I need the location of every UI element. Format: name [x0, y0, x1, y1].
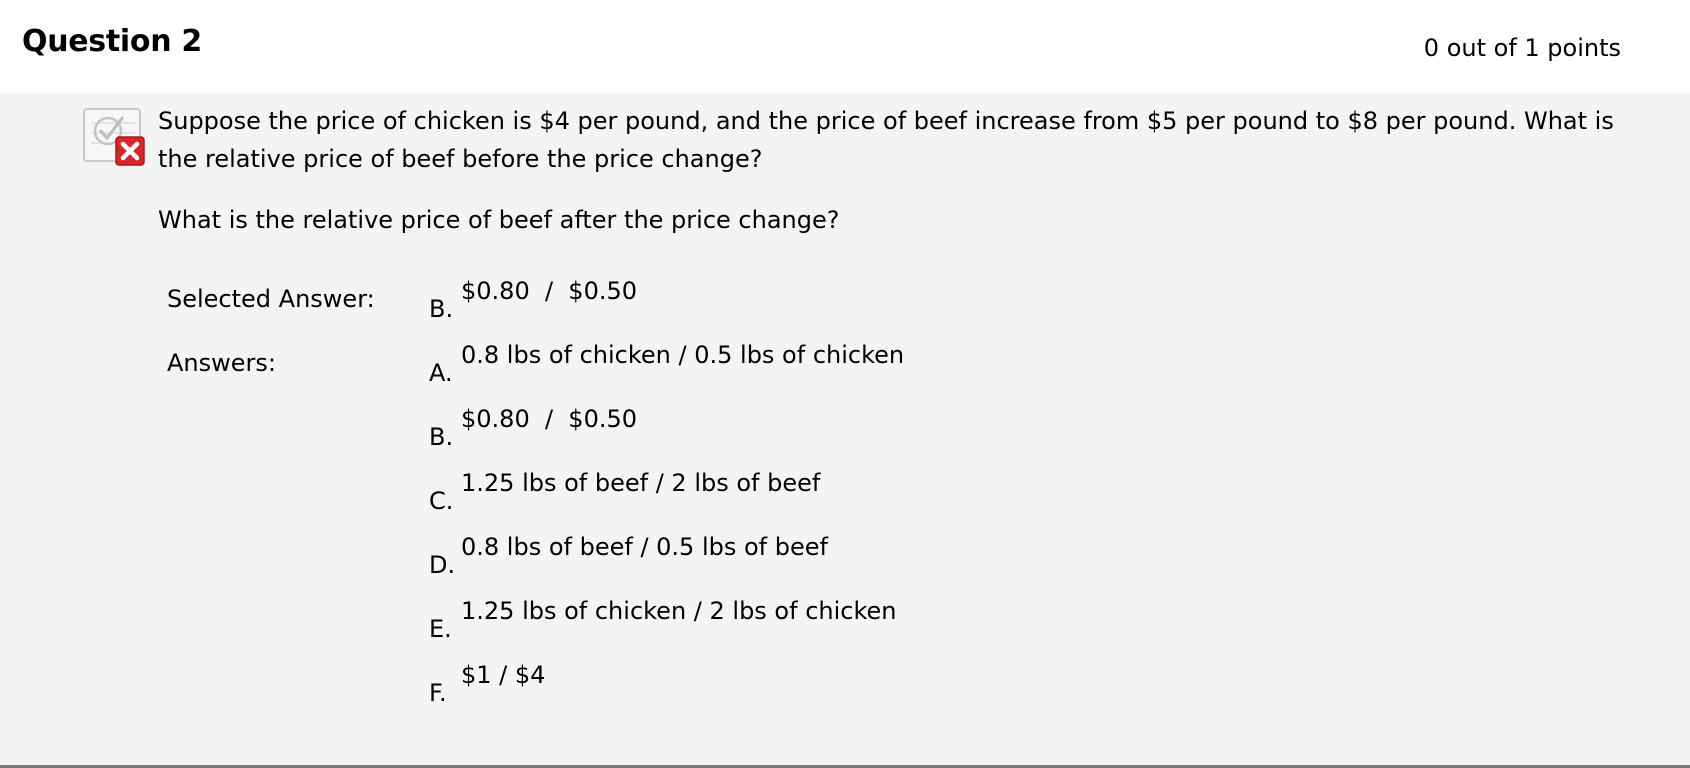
answer-text: 0.8 lbs of beef / 0.5 lbs of beef	[461, 533, 828, 561]
question-text: Suppose the price of chicken is $4 per p…	[158, 107, 1614, 173]
answer-text: 0.8 lbs of chicken / 0.5 lbs of chicken	[461, 341, 905, 369]
answer-text: 1.25 lbs of beef / 2 lbs of beef	[461, 469, 821, 497]
answer-letter: A.	[429, 359, 453, 387]
answer-letter: B.	[429, 423, 454, 451]
question-score: 0 out of 1 points	[1423, 34, 1621, 62]
selected-answer-letter: B.	[429, 295, 454, 323]
answer-text: 1.25 lbs of chicken / 2 lbs of chicken	[461, 597, 897, 625]
question-title: Question 2	[22, 24, 202, 59]
answers-label: Answers:	[167, 349, 276, 377]
incorrect-x-icon	[83, 108, 145, 166]
answer-letter: E.	[429, 615, 452, 643]
selected-answer-text: $0.80 / $0.50	[461, 277, 638, 305]
answer-text: $1 / $4	[461, 661, 546, 689]
question-header: Question 2 0 out of 1 points	[0, 0, 1690, 94]
answer-letter: F.	[429, 679, 447, 707]
answer-letter: C.	[429, 487, 454, 515]
answer-text: $0.80 / $0.50	[461, 405, 638, 433]
question-body	[0, 94, 1690, 765]
answer-letter: D.	[429, 551, 456, 579]
followup-question-text: What is the relative price of beef after…	[158, 206, 840, 234]
selected-answer-label: Selected Answer:	[167, 285, 375, 313]
